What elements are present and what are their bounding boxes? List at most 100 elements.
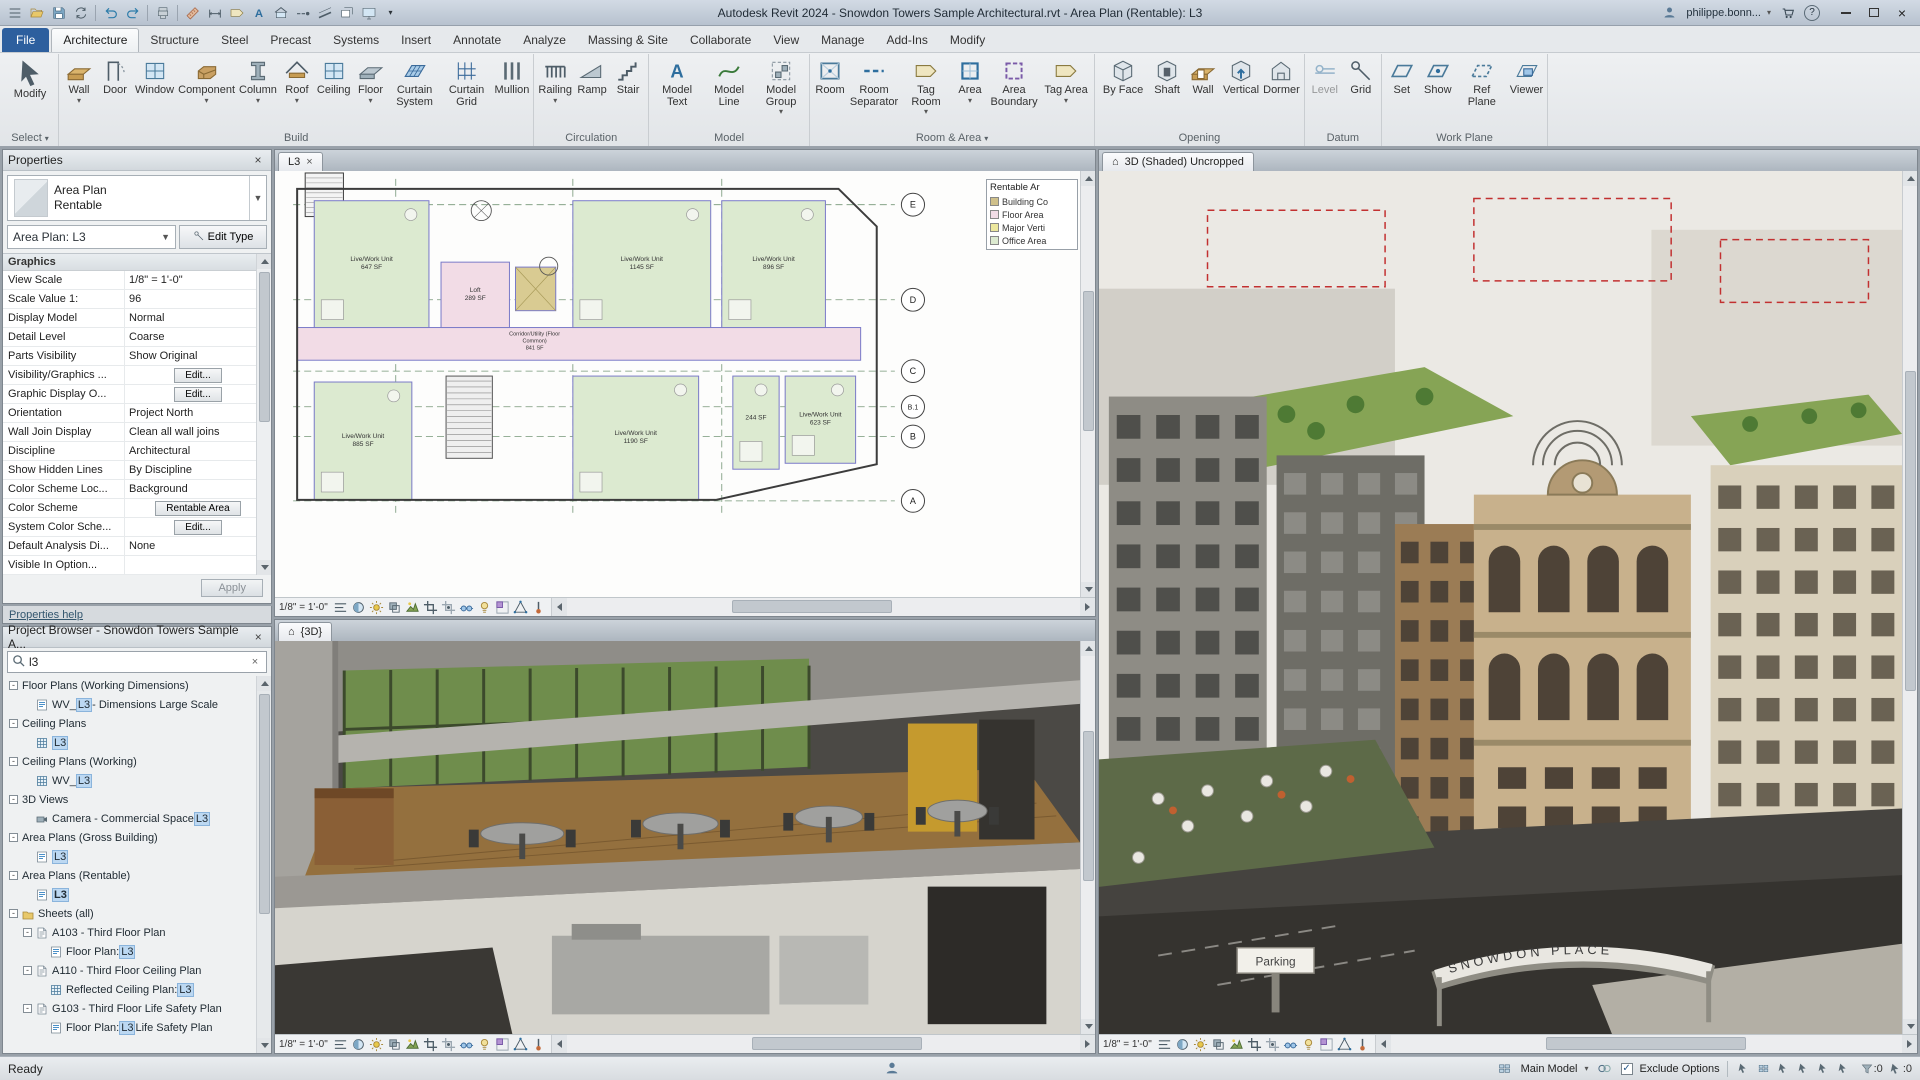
thin-lines-icon[interactable]	[314, 2, 335, 23]
tree-item[interactable]: - Area Plans (Gross Building)	[3, 828, 271, 847]
detail-level-icon[interactable]	[1156, 1036, 1173, 1053]
collapse-icon[interactable]: -	[9, 681, 18, 690]
design-options-icon[interactable]	[1596, 1060, 1614, 1078]
visual-style-icon[interactable]	[350, 599, 367, 616]
sync-icon[interactable]	[70, 2, 91, 23]
area-boundary-button[interactable]: Area Boundary	[988, 56, 1040, 108]
panel-menu-arrow-icon[interactable]: ▾	[45, 134, 49, 143]
scroll-up-icon[interactable]	[257, 254, 271, 269]
curtain-system-button[interactable]: Curtain System	[389, 56, 441, 108]
worksharing-display-icon[interactable]	[1755, 1060, 1773, 1078]
selection-count[interactable]: :0	[1889, 1062, 1912, 1076]
text-icon[interactable]: A	[248, 2, 269, 23]
analytical-model-icon[interactable]	[1336, 1036, 1353, 1053]
section-icon[interactable]	[292, 2, 313, 23]
reveal-hidden-icon[interactable]	[476, 599, 493, 616]
property-edit-button[interactable]: Edit...	[174, 367, 222, 383]
menu-icon[interactable]	[4, 2, 25, 23]
property-value[interactable]: By Discipline	[125, 464, 271, 476]
crop-view-icon[interactable]	[422, 599, 439, 616]
user-interface-icon[interactable]	[358, 2, 379, 23]
clear-search-icon[interactable]: ×	[248, 656, 262, 668]
tree-item[interactable]: WV_ L3 - Dimensions Large Scale	[3, 695, 271, 714]
property-value[interactable]: Edit...	[125, 386, 271, 402]
by-face-button[interactable]: By Face	[1097, 56, 1149, 97]
ribbon-tab-file[interactable]: File	[2, 28, 50, 52]
tree-item[interactable]: - G103 - Third Floor Life Safety Plan	[3, 999, 271, 1018]
sun-path-icon[interactable]	[368, 1036, 385, 1053]
panel-menu-arrow-icon[interactable]: ▾	[984, 134, 988, 143]
tree-item[interactable]: - Area Plans (Rentable)	[3, 866, 271, 885]
rendering-icon[interactable]	[1228, 1036, 1245, 1053]
property-edit-button[interactable]: Rentable Area	[155, 500, 241, 516]
dropdown-arrow-icon[interactable]: ▾	[553, 96, 557, 105]
plan-view-tab[interactable]: L3 ×	[278, 152, 323, 171]
ribbon-tab-manage[interactable]: Manage	[810, 29, 875, 52]
property-value[interactable]: Background	[125, 483, 271, 495]
project-browser-header[interactable]: Project Browser - Snowdon Towers Sample …	[3, 623, 271, 651]
dropdown-arrow-icon[interactable]: ▾	[256, 96, 260, 105]
property-value[interactable]: Rentable Area	[125, 500, 271, 516]
crop-view-icon[interactable]	[1246, 1036, 1263, 1053]
home-3d-icon[interactable]	[270, 2, 291, 23]
mullion-button[interactable]: Mullion	[493, 56, 532, 97]
room-button[interactable]: Room	[812, 56, 848, 97]
plan-canvas[interactable]: E D C B.1 B A Live/Work Unit 647 SF Loft 289 SF Li…	[275, 171, 1080, 597]
property-value[interactable]: Project North	[125, 407, 271, 419]
panel-label[interactable]: Work Plane	[1384, 130, 1545, 146]
model-line-button[interactable]: Model Line	[703, 56, 755, 108]
column-button[interactable]: Column ▾	[237, 56, 279, 105]
tree-item[interactable]: - Ceiling Plans	[3, 714, 271, 733]
area-button[interactable]: Area ▾	[952, 56, 988, 105]
worksharing-status-icon[interactable]	[884, 1060, 900, 1079]
grid-button[interactable]: Grid	[1343, 56, 1379, 97]
tree-item[interactable]: L3	[3, 733, 271, 752]
help-icon[interactable]: ?	[1804, 4, 1820, 21]
collapse-icon[interactable]: -	[9, 757, 18, 766]
constraints-icon[interactable]	[530, 1036, 547, 1053]
search-input[interactable]	[29, 655, 244, 669]
view-scale-button[interactable]: 1/8" = 1'-0"	[279, 602, 328, 613]
stair-button[interactable]: Stair	[610, 56, 646, 97]
property-value[interactable]: Normal	[125, 312, 271, 324]
detail-level-icon[interactable]	[332, 1036, 349, 1053]
persp-view-tab[interactable]: ⌂ {3D}	[278, 622, 333, 641]
shaded-hscrollbar[interactable]	[1374, 1035, 1917, 1053]
model-text-button[interactable]: A Model Text	[651, 56, 703, 108]
minimize-button[interactable]	[1832, 3, 1860, 23]
ceiling-button[interactable]: Ceiling	[315, 56, 353, 97]
viewer-button[interactable]: Viewer	[1508, 56, 1545, 97]
vertical-button[interactable]: Vertical	[1221, 56, 1261, 97]
view-scale-button[interactable]: 1/8" = 1'-0"	[1103, 1039, 1152, 1050]
tree-item[interactable]: L3	[3, 885, 271, 904]
tree-scrollbar[interactable]	[256, 676, 271, 1053]
maximize-button[interactable]	[1860, 3, 1888, 23]
editable-only-icon[interactable]	[1735, 1060, 1753, 1078]
property-value[interactable]: Coarse	[125, 331, 271, 343]
dropdown-arrow-icon[interactable]: ▾	[369, 96, 373, 105]
tree-item[interactable]: Reflected Ceiling Plan: L3	[3, 980, 271, 999]
switch-windows-icon[interactable]	[336, 2, 357, 23]
reveal-hidden-icon[interactable]	[476, 1036, 493, 1053]
close-view-icon[interactable]: ×	[306, 156, 312, 168]
property-value[interactable]: None	[125, 540, 271, 552]
worksets-icon[interactable]	[1496, 1060, 1514, 1078]
customize-qat-icon[interactable]: ▾	[380, 2, 401, 23]
rendering-icon[interactable]	[404, 1036, 421, 1053]
tag-area-button[interactable]: Tag Area ▾	[1040, 56, 1092, 105]
rendering-icon[interactable]	[404, 599, 421, 616]
open-icon[interactable]	[26, 2, 47, 23]
properties-scrollbar[interactable]	[256, 254, 271, 575]
analytical-model-icon[interactable]	[512, 1036, 529, 1053]
tree-item[interactable]: Floor Plan: L3 Life Safety Plan	[3, 1018, 271, 1037]
panel-label[interactable]: Datum	[1307, 130, 1379, 146]
tag-room-button[interactable]: Tag Room ▾	[900, 56, 952, 116]
plan-vscrollbar[interactable]	[1080, 171, 1095, 597]
property-value[interactable]: Edit...	[125, 367, 271, 383]
shaft-button[interactable]: Shaft	[1149, 56, 1185, 97]
plan-hscrollbar[interactable]	[550, 598, 1095, 616]
level-button[interactable]: Level	[1307, 56, 1343, 97]
tree-item[interactable]: Camera - Commercial Space L3	[3, 809, 271, 828]
press-drag-icon[interactable]	[1775, 1060, 1793, 1078]
panel-label[interactable]: Room & Area ▾	[812, 130, 1092, 146]
